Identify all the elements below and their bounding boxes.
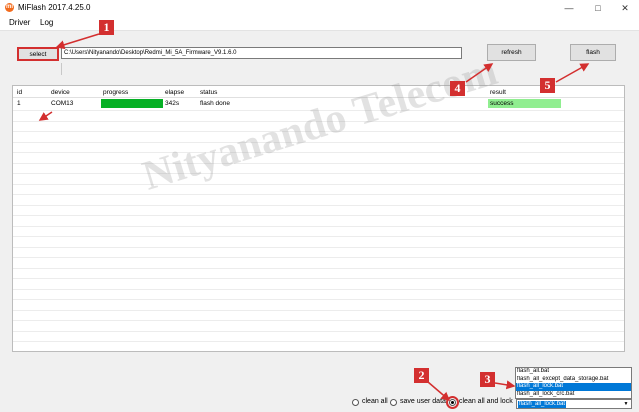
close-icon[interactable]: ✕ [611, 0, 639, 16]
table-gridline [13, 288, 624, 290]
annotation-badge-2: 2 [414, 368, 429, 383]
dropdown-option[interactable]: flash_all.bat [516, 368, 631, 376]
arrow-to-script [494, 380, 516, 390]
window-title: MiFlash 2017.4.25.0 [18, 3, 91, 12]
arrow-to-select [55, 33, 100, 50]
row-id: 1 [17, 100, 21, 107]
divider [61, 63, 62, 75]
dropdown-option-selected[interactable]: flash_all_lock.bat [516, 383, 631, 391]
annotation-badge-1: 1 [99, 20, 114, 35]
script-select-value: flash_all_lock.bat [518, 401, 567, 408]
table-gridline [13, 183, 624, 185]
script-select[interactable]: flash_all_lock.bat ▼ [516, 399, 632, 409]
table-gridline [13, 194, 624, 195]
dropdown-option[interactable]: flash_all_lock_crc.bat [516, 391, 631, 399]
row-elapse: 342s [165, 100, 180, 107]
table-gridline [13, 299, 624, 300]
clean-all-and-lock-radio[interactable] [446, 396, 459, 409]
arrow-to-flash [555, 63, 590, 83]
table-gridline [13, 341, 624, 342]
firmware-path-input[interactable]: C:\Users\Nityanando\Desktop\Redmi_Mi_5A_… [61, 47, 462, 59]
select-button[interactable]: select [17, 47, 59, 61]
dropdown-option[interactable]: flash_all_except_data_storage.bat [516, 376, 631, 384]
table-gridline [13, 278, 624, 279]
table-gridline [13, 309, 624, 311]
progress-fill [101, 99, 163, 108]
column-header-elapse[interactable]: elapse [165, 89, 184, 96]
table-gridline [13, 131, 624, 132]
chevron-down-icon[interactable]: ▼ [621, 400, 631, 408]
column-header-status[interactable]: status [200, 89, 217, 96]
title-bar: mi MiFlash 2017.4.25.0 — □ ✕ [0, 0, 639, 16]
clean-all-radio[interactable] [352, 399, 359, 406]
table-gridline [13, 204, 624, 206]
refresh-button[interactable]: refresh [487, 44, 536, 61]
minimize-icon[interactable]: — [555, 0, 583, 16]
column-header-result[interactable]: result [490, 89, 506, 96]
annotation-badge-3: 3 [480, 372, 495, 387]
row-status: flash done [200, 100, 230, 107]
row-device: COM13 [51, 100, 74, 107]
script-dropdown-list: flash_all.bat flash_all_except_data_stor… [515, 367, 632, 399]
annotation-badge-5: 5 [540, 78, 555, 93]
table-gridline [13, 257, 624, 258]
save-user-data-radio[interactable] [390, 399, 397, 406]
table-gridline [13, 215, 624, 216]
table-gridline [13, 152, 624, 153]
table-gridline [13, 246, 624, 248]
table-gridline [13, 173, 624, 174]
header-divider [13, 97, 624, 98]
table-gridline [13, 267, 624, 269]
table-gridline [13, 162, 624, 164]
menu-driver[interactable]: Driver [9, 18, 30, 27]
arrow-to-refresh [465, 63, 494, 83]
clean-all-and-lock-label: clean all and lock [459, 398, 513, 405]
menu-log[interactable]: Log [40, 18, 53, 27]
table-gridline [13, 236, 624, 237]
table-gridline [13, 320, 624, 321]
table-gridline [13, 120, 624, 122]
clean-all-label: clean all [362, 398, 388, 405]
table-gridline [13, 141, 624, 143]
flash-button[interactable]: flash [570, 44, 616, 61]
table-gridline [13, 330, 624, 332]
row-result: success [488, 99, 561, 108]
column-header-id[interactable]: id [17, 89, 22, 96]
column-header-progress[interactable]: progress [103, 89, 128, 96]
annotation-badge-4: 4 [450, 81, 465, 96]
table-gridline [13, 225, 624, 227]
menu-bar: Driver Log [0, 16, 639, 31]
table-gridline [13, 110, 624, 111]
device-table: id device progress elapse status result … [12, 85, 625, 352]
row-progress-bar [101, 99, 163, 108]
maximize-icon[interactable]: □ [584, 0, 612, 16]
column-header-device[interactable]: device [51, 89, 70, 96]
save-user-data-label: save user data [400, 398, 446, 405]
mi-logo-icon: mi [5, 3, 14, 12]
